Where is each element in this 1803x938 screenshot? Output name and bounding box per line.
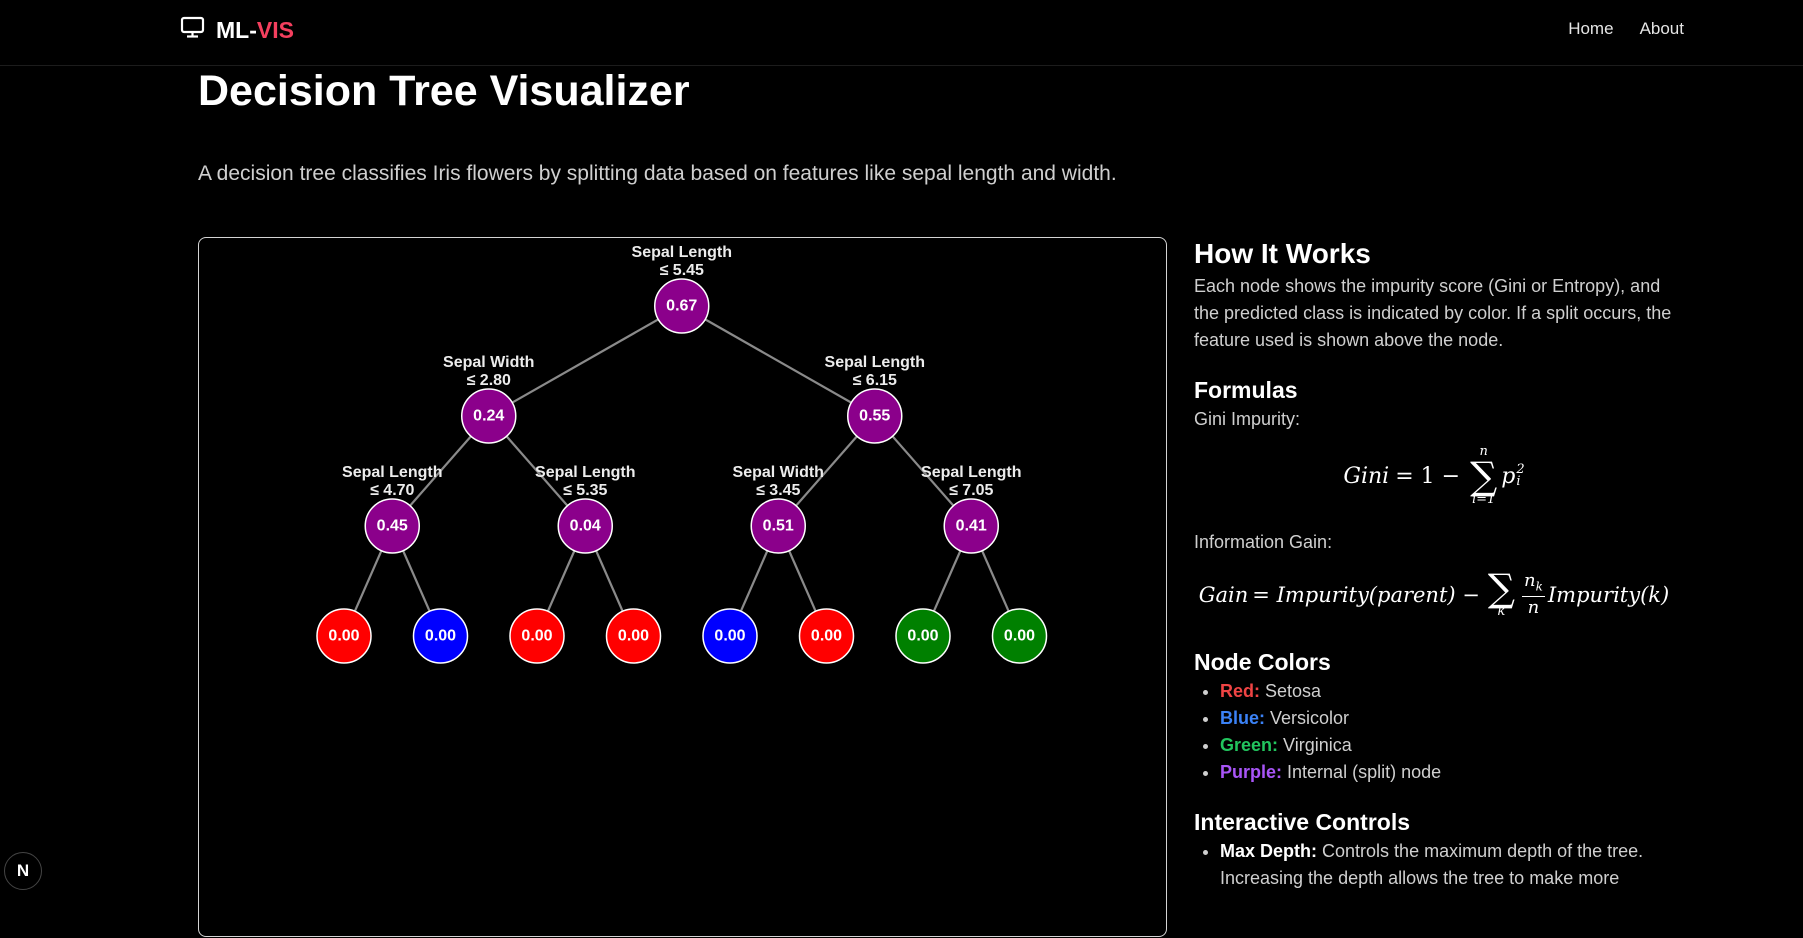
tree-node-impurity: 0.45 <box>377 518 408 535</box>
nav-links: Home About <box>1568 19 1684 39</box>
page-title: Decision Tree Visualizer <box>198 67 690 115</box>
gain-rhs: Impurity(k) <box>1547 582 1670 607</box>
tree-node-impurity: 0.00 <box>1004 628 1035 645</box>
interactive-controls-heading: Interactive Controls <box>1194 809 1410 835</box>
tree-node-impurity: 0.55 <box>859 408 890 425</box>
gini-p: p <box>1501 463 1516 489</box>
tree-node[interactable]: 0.00 <box>316 608 372 664</box>
tree-node-feature: Sepal Width <box>733 464 824 481</box>
navbar: ML-VIS Home About <box>0 0 1803 66</box>
tree-node[interactable]: 0.45 Sepal Length≤ 4.70 <box>342 464 442 554</box>
tree-node[interactable]: 0.04 Sepal Length≤ 5.35 <box>535 464 635 554</box>
tree-node[interactable]: 0.41 Sepal Length≤ 7.05 <box>921 464 1021 554</box>
legend-item-red: Red: Setosa <box>1220 678 1674 705</box>
tree-node[interactable]: 0.00 <box>798 608 855 664</box>
tree-node-threshold: ≤ 7.05 <box>949 482 993 499</box>
gini-formula: Gini = 1 − n ∑ i=1 p 2 i <box>1194 437 1674 515</box>
legend-green-desc: Virginica <box>1283 735 1352 755</box>
decision-tree-graph: 0.67Sepal Length≤ 5.450.24Sepal Width≤ 2… <box>316 244 1048 664</box>
tree-node-impurity: 0.00 <box>907 628 938 645</box>
tree-node-impurity: 0.41 <box>956 518 987 535</box>
tree-node-impurity: 0.67 <box>666 298 697 315</box>
brand-prefix: ML- <box>216 16 257 43</box>
legend-item-purple: Purple: Internal (split) node <box>1220 759 1674 786</box>
tree-node[interactable]: 0.00 <box>702 608 758 664</box>
legend-item-blue: Blue: Versicolor <box>1220 705 1674 732</box>
gini-p-sub: i <box>1516 474 1521 489</box>
gain-formula: Gain = Impurity(parent) − ∑ k nk n Impur… <box>1194 560 1674 630</box>
gain-sum-lower: k <box>1497 604 1506 619</box>
gain-num: n <box>1524 569 1536 591</box>
node-colors-legend: Red: Setosa Blue: Versicolor Green: Virg… <box>1194 678 1674 786</box>
tree-node-impurity: 0.00 <box>714 628 745 645</box>
tree-node[interactable]: 0.00 <box>895 608 951 664</box>
legend-blue-name: Blue: <box>1220 708 1265 728</box>
dev-tools-badge[interactable]: N <box>4 852 42 890</box>
legend-red-desc: Setosa <box>1265 681 1322 701</box>
controls-list: Max Depth: Controls the maximum depth of… <box>1194 838 1674 892</box>
tree-node-feature: Sepal Length <box>825 354 925 371</box>
gini-label: Gini Impurity: <box>1194 409 1301 429</box>
gain-num-sub: k <box>1535 579 1543 594</box>
tree-visualization-panel: 0.67 Sepal Length ≤ 5.45 0.24 Sepal Width ≤ 2… <box>198 237 1167 937</box>
control-item-max-depth: Max Depth: Controls the maximum depth of… <box>1220 838 1674 892</box>
monitor-icon <box>180 15 206 45</box>
legend-green-name: Green: <box>1220 735 1279 755</box>
tree-node[interactable]: 0.67 Sepal Length≤ 5.45 <box>632 244 732 334</box>
gini-sum: n ∑ i=1 <box>1470 444 1498 507</box>
gain-fraction: nk n <box>1522 569 1545 620</box>
legend-purple-name: Purple: <box>1220 762 1283 782</box>
gain-den: n <box>1527 597 1540 619</box>
gini-sum-lower: i=1 <box>1471 492 1496 507</box>
tree-node-impurity: 0.24 <box>473 408 504 425</box>
tree-node-threshold: ≤ 3.45 <box>756 482 800 499</box>
tree-node-impurity: 0.00 <box>328 628 359 645</box>
tree-node-threshold: ≤ 5.35 <box>563 482 607 499</box>
tree-node[interactable]: 0.00 <box>412 608 469 664</box>
control-name: Max Depth: <box>1220 841 1318 861</box>
brand-accent: VIS <box>256 16 294 43</box>
tree-node-impurity: 0.00 <box>811 628 842 645</box>
tree-node-threshold: ≤ 6.15 <box>853 372 897 389</box>
nav-link-home[interactable]: Home <box>1568 19 1613 39</box>
tree-node-impurity: 0.51 <box>763 518 794 535</box>
legend-purple-desc: Internal (split) node <box>1287 762 1442 782</box>
tree-node-feature: Sepal Width <box>443 354 534 371</box>
gain-label: Information Gain: <box>1194 532 1333 552</box>
tree-node-impurity: 0.00 <box>425 628 456 645</box>
page-intro: A decision tree classifies Iris flowers … <box>198 162 1117 185</box>
tree-node-impurity: 0.00 <box>618 628 649 645</box>
how-it-works-text: Each node shows the impurity score (Gini… <box>1194 276 1672 350</box>
tree-node-feature: Sepal Length <box>342 464 442 481</box>
tree-node[interactable]: 0.00 <box>509 608 565 664</box>
brand-logo[interactable]: ML-VIS <box>180 15 294 45</box>
tree-node[interactable]: 0.00 <box>605 608 662 664</box>
legend-blue-desc: Versicolor <box>1270 708 1350 728</box>
node-colors-heading: Node Colors <box>1194 649 1331 675</box>
legend-item-green: Green: Virginica <box>1220 732 1674 759</box>
tree-node-threshold: ≤ 5.45 <box>660 262 704 279</box>
tree-node-feature: Sepal Length <box>632 244 732 261</box>
gain-sum: ∑ k <box>1487 566 1515 619</box>
tree-node-feature: Sepal Length <box>535 464 635 481</box>
how-it-works-heading: How It Works <box>1194 238 1371 269</box>
tree-node-impurity: 0.04 <box>570 518 601 535</box>
gain-lhs: Gain <box>1198 582 1249 607</box>
tree-node-impurity: 0.00 <box>521 628 552 645</box>
gain-eq: = Impurity(parent) − <box>1252 582 1480 607</box>
formulas-heading: Formulas <box>1194 377 1298 403</box>
gini-eq: = 1 − <box>1395 463 1461 489</box>
tree-node[interactable]: 0.00 <box>991 608 1048 664</box>
tree-node-threshold: ≤ 2.80 <box>467 372 511 389</box>
tree-node-threshold: ≤ 4.70 <box>370 482 414 499</box>
tree-node[interactable]: 0.55 Sepal Length≤ 6.15 <box>825 354 925 444</box>
tree-node[interactable]: 0.51 Sepal Width≤ 3.45 <box>733 464 824 554</box>
gini-lhs: Gini <box>1343 463 1390 489</box>
nav-link-about[interactable]: About <box>1640 19 1684 39</box>
gini-p-indices: 2 i <box>1516 463 1524 489</box>
info-sidebar: How It Works Each node shows the impurit… <box>1194 235 1674 912</box>
tree-node-feature: Sepal Length <box>921 464 1021 481</box>
legend-red-name: Red: <box>1220 681 1260 701</box>
